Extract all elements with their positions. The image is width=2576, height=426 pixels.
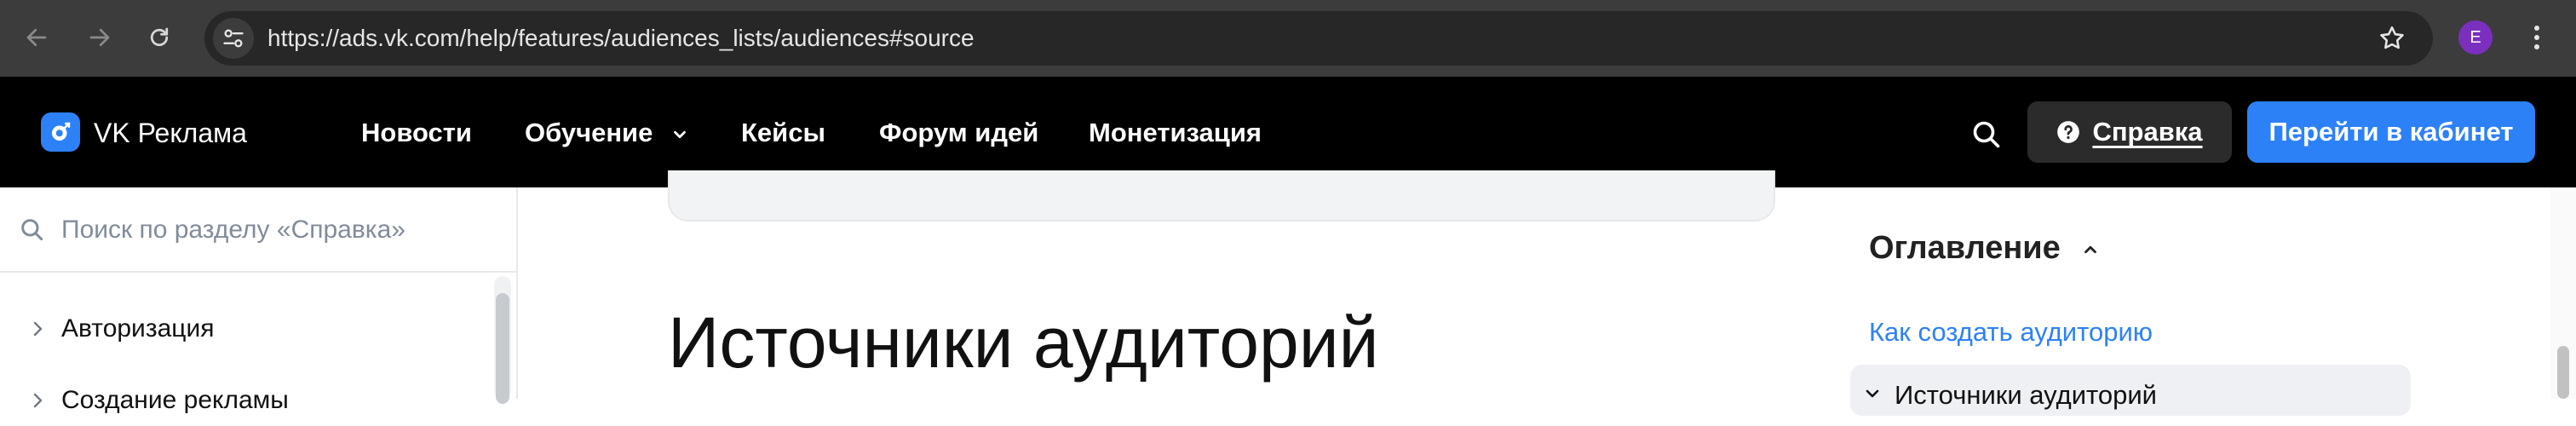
site-info-icon [223,29,244,48]
chevron-right-icon [33,321,43,337]
profile-avatar[interactable]: E [2458,20,2493,55]
nav-ideas-forum[interactable]: Форум идей [879,114,1038,152]
chevron-down-icon [674,130,686,138]
reload-button[interactable] [141,20,177,55]
logo[interactable] [41,112,80,152]
sidebar-search-input[interactable]: Поиск по разделу «Справка» [0,187,516,273]
question-circle-icon [2057,121,2080,143]
reload-icon [150,27,169,47]
page-scrollbar-thumb[interactable] [2557,346,2569,399]
previous-content-card [668,170,1775,222]
chevron-up-icon [2084,245,2097,254]
sidebar-item-authorization[interactable]: Авторизация [0,303,477,354]
nav-cases[interactable]: Кейсы [741,114,825,152]
chevron-right-icon [33,393,43,408]
sidebar-search-placeholder: Поиск по разделу «Справка» [61,216,405,244]
back-button[interactable] [19,20,55,55]
nav-news[interactable]: Новости [361,114,472,152]
forward-arrow-icon [89,28,110,47]
address-bar[interactable]: https://ads.vk.com/help/features/audienc… [204,11,2433,66]
nav-cases-label: Кейсы [741,118,825,147]
sidebar-item-label: Авторизация [61,314,215,343]
nav-news-label: Новости [361,118,472,147]
page-title: Источники аудиторий [668,302,1379,383]
nav-ideas-forum-label: Форум идей [879,118,1039,147]
sidebar-item-label: Создание рекламы [61,386,289,414]
sidebar-scrollbar-thumb[interactable] [496,293,509,404]
forward-button[interactable] [82,20,118,55]
help-button[interactable]: Справка [2027,101,2232,163]
search-icon [21,219,43,241]
browser-toolbar: https://ads.vk.com/help/features/audienc… [0,0,2576,77]
go-to-cabinet-button[interactable]: Перейти в кабинет [2247,101,2535,163]
search-icon [1973,121,2000,148]
url-text[interactable]: https://ads.vk.com/help/features/audienc… [267,11,975,66]
toc-toggle[interactable]: Оглавление [1869,227,2100,269]
kebab-menu-icon [2534,26,2539,49]
nav-learning[interactable]: Обучение [525,114,689,152]
nav-learning-label: Обучение [525,118,653,147]
toc-item-audience-sources[interactable]: Источники аудиторий [1850,365,2411,416]
nav-monetization[interactable]: Монетизация [1089,114,1262,152]
star-icon [2380,26,2404,49]
logo-text[interactable]: VK Реклама [94,114,247,152]
sidebar-scrollbar[interactable] [494,276,511,404]
back-arrow-icon [26,28,47,47]
help-button-label: Справка [2092,117,2203,147]
toc-item-label: Источники аудиторий [1895,380,2158,410]
sidebar: Поиск по разделу «Справка» Авторизация С… [0,187,518,414]
nav-monetization-label: Монетизация [1089,118,1262,147]
toc-link-create-audience[interactable]: Как создать аудиторию [1869,314,2153,351]
header-search-button[interactable] [1968,116,2005,153]
sidebar-item-ad-creation[interactable]: Создание рекламы [0,375,477,426]
vk-logo-icon [52,122,71,141]
chevron-down-icon [1866,389,1879,398]
browser-menu-button[interactable] [2527,20,2547,55]
page-scrollbar[interactable] [2550,187,2576,399]
toc-title: Оглавление [1869,230,2061,266]
site-info-button[interactable] [213,18,254,59]
bookmark-button[interactable] [2377,23,2407,54]
